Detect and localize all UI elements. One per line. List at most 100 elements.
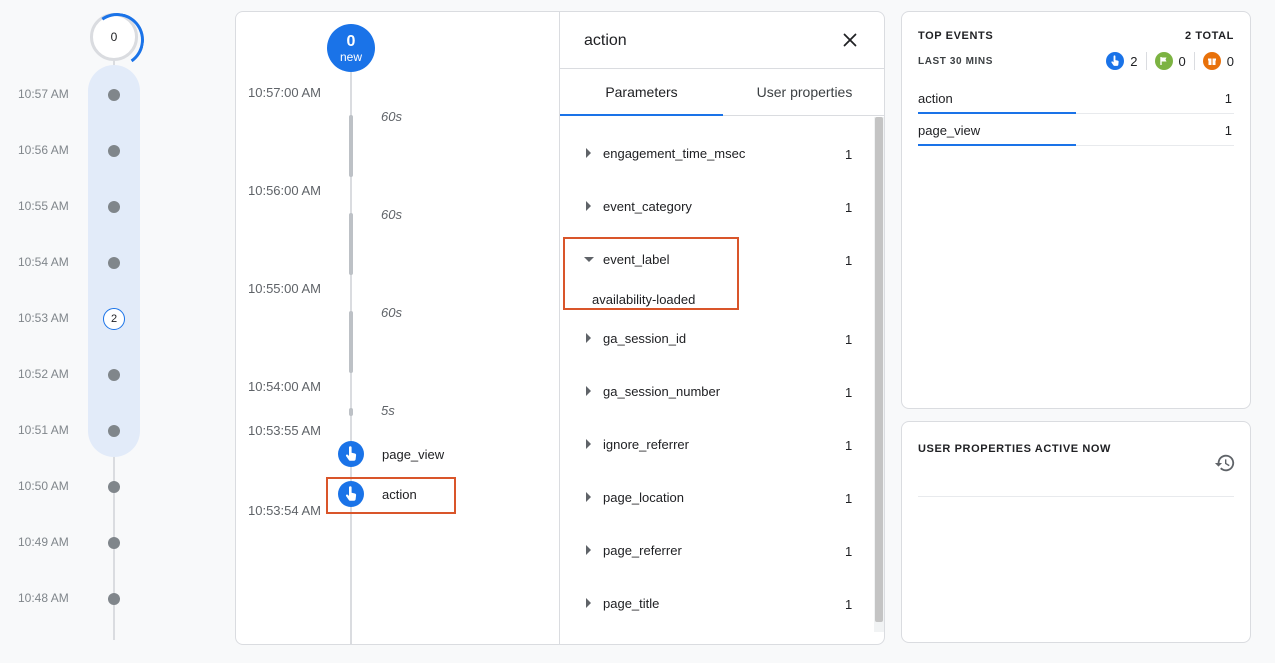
caret-right-icon[interactable] xyxy=(586,545,591,555)
param-row[interactable]: ga_session_number 1 xyxy=(560,380,875,404)
user-properties-card: USER PROPERTIES ACTIVE NOW xyxy=(901,421,1251,643)
caret-right-icon[interactable] xyxy=(586,439,591,449)
top-event-row[interactable]: action 1 xyxy=(918,84,1234,114)
param-count: 1 xyxy=(845,491,853,506)
close-icon[interactable] xyxy=(838,28,862,52)
top-event-count: 1 xyxy=(1224,123,1232,138)
param-row[interactable]: engagement_time_msec 1 xyxy=(560,142,875,166)
gap-duration-label: 60s xyxy=(381,305,402,320)
timestamp-label: 10:57:00 AM xyxy=(248,85,321,100)
caret-right-icon[interactable] xyxy=(586,386,591,396)
param-name: page_location xyxy=(603,490,684,505)
touch-icon xyxy=(338,481,364,507)
minute-dot[interactable] xyxy=(108,425,120,437)
minute-dot[interactable] xyxy=(108,481,120,493)
history-icon[interactable] xyxy=(1214,452,1236,474)
minute-row[interactable]: 10:52 AM xyxy=(0,364,160,384)
scrollbar[interactable] xyxy=(874,117,884,632)
param-row[interactable]: page_location 1 xyxy=(560,486,875,510)
tab-user-properties[interactable]: User properties xyxy=(723,69,884,115)
minute-label: 10:48 AM xyxy=(18,591,69,605)
top-event-share-bar xyxy=(918,112,1076,114)
current-minute-counter[interactable]: 0 xyxy=(90,13,138,61)
top-event-row[interactable]: page_view 1 xyxy=(918,116,1234,146)
minute-label: 10:53 AM xyxy=(18,311,69,325)
caret-down-icon[interactable] xyxy=(584,257,594,262)
param-name: event_label xyxy=(603,252,670,267)
minute-row[interactable]: 10:57 AM xyxy=(0,84,160,104)
minute-row[interactable]: 10:49 AM xyxy=(0,532,160,552)
new-events-indicator[interactable]: 0 new xyxy=(327,24,375,72)
timestamp-label: 10:55:00 AM xyxy=(248,281,321,296)
minute-row[interactable]: 10:54 AM xyxy=(0,252,160,272)
gift-count: 0 xyxy=(1202,52,1234,70)
panel-tabs: Parameters User properties xyxy=(560,68,884,116)
minute-dot[interactable] xyxy=(108,537,120,549)
top-events-heading: TOP EVENTS xyxy=(918,30,994,42)
minute-row[interactable]: 10:48 AM xyxy=(0,588,160,608)
minute-row[interactable]: 10:55 AM xyxy=(0,196,160,216)
minute-event-count[interactable]: 2 xyxy=(103,308,125,330)
divider xyxy=(1145,52,1147,70)
tab-parameters[interactable]: Parameters xyxy=(560,69,723,116)
minute-dot[interactable] xyxy=(108,257,120,269)
count-value: 2 xyxy=(1130,53,1138,69)
param-row[interactable]: page_title 1 xyxy=(560,592,875,616)
minute-row[interactable]: 10:53 AM 2 xyxy=(0,308,160,330)
event-details-panel: action Parameters User properties engage… xyxy=(559,12,884,644)
seconds-timeline: 0 new 10:57:00 AM 10:56:00 AM 10:55:00 A… xyxy=(236,12,560,644)
minute-dot[interactable] xyxy=(108,593,120,605)
param-row[interactable]: ga_session_id 1 xyxy=(560,327,875,351)
param-name: ga_session_number xyxy=(603,384,721,399)
param-row[interactable]: ignore_referrer 1 xyxy=(560,433,875,457)
flag-icon xyxy=(1154,52,1173,70)
minute-row[interactable]: 10:51 AM xyxy=(0,420,160,440)
conversion-count: 2 xyxy=(1106,52,1138,70)
caret-right-icon[interactable] xyxy=(586,598,591,608)
flag-count: 0 xyxy=(1154,52,1186,70)
minute-label: 10:56 AM xyxy=(18,143,69,157)
param-count: 1 xyxy=(845,544,853,559)
param-count: 1 xyxy=(845,147,853,162)
param-name: engagement_time_msec xyxy=(603,146,746,161)
minute-row[interactable]: 10:56 AM xyxy=(0,140,160,160)
panel-title: action xyxy=(584,32,627,49)
minute-label: 10:54 AM xyxy=(18,255,69,269)
minute-label: 10:51 AM xyxy=(18,423,69,437)
param-count: 1 xyxy=(845,597,853,612)
count-value: 0 xyxy=(1226,53,1234,69)
new-events-label: new xyxy=(339,49,362,64)
event-name: page_view xyxy=(382,446,445,462)
scrollbar-thumb[interactable] xyxy=(875,117,883,622)
caret-right-icon[interactable] xyxy=(586,492,591,502)
param-count: 1 xyxy=(845,332,853,347)
touch-icon xyxy=(1106,52,1125,70)
param-count: 1 xyxy=(845,438,853,453)
param-name: event_category xyxy=(603,199,692,214)
event-action[interactable]: action xyxy=(338,481,417,507)
event-type-counts: 2 0 0 xyxy=(1106,52,1234,70)
minute-row[interactable]: 10:50 AM xyxy=(0,476,160,496)
parameter-list: engagement_time_msec 1 event_category 1 … xyxy=(560,117,875,644)
param-row[interactable]: page_referrer 1 xyxy=(560,539,875,563)
caret-right-icon[interactable] xyxy=(586,201,591,211)
gap-segment xyxy=(349,408,353,416)
event-name: action xyxy=(382,486,417,502)
minute-label: 10:55 AM xyxy=(18,199,69,213)
gap-segment xyxy=(349,115,353,177)
timestamp-label: 10:56:00 AM xyxy=(248,183,321,198)
caret-right-icon[interactable] xyxy=(586,333,591,343)
gap-segment xyxy=(349,213,353,275)
divider xyxy=(918,496,1234,497)
minute-dot[interactable] xyxy=(108,369,120,381)
event-page-view[interactable]: page_view xyxy=(338,441,444,467)
param-row[interactable]: event_category 1 xyxy=(560,195,875,219)
param-count: 1 xyxy=(845,200,853,215)
caret-right-icon[interactable] xyxy=(586,148,591,158)
minute-label: 10:50 AM xyxy=(18,479,69,493)
param-row-expanded[interactable]: event_label 1 xyxy=(560,248,875,272)
minute-dot[interactable] xyxy=(108,89,120,101)
minute-dot[interactable] xyxy=(108,201,120,213)
top-event-share-bar xyxy=(918,144,1076,146)
minute-dot[interactable] xyxy=(108,145,120,157)
